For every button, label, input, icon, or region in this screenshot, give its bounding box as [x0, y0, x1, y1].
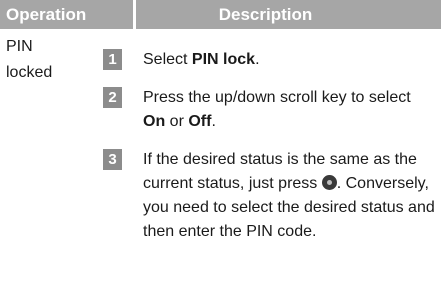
- operation-cell: PIN locked: [6, 34, 86, 86]
- step-text: Select PIN lock.: [143, 48, 435, 72]
- description-steps: 1 Select PIN lock. 2 Press the up/down s…: [103, 48, 437, 258]
- step-1: 1 Select PIN lock.: [103, 48, 437, 72]
- operation-label-line1: PIN: [6, 38, 33, 55]
- step-bold-term: Off: [188, 113, 212, 130]
- table-header-row: Operation Description: [0, 0, 441, 29]
- step-text-part: Press the up/down scroll key to select: [143, 89, 411, 106]
- ok-key-icon: [321, 175, 337, 190]
- step-bold-term: On: [143, 113, 166, 130]
- step-text-part: .: [255, 51, 260, 68]
- step-text: Press the up/down scroll key to select O…: [143, 86, 435, 134]
- step-3: 3 If the desired status is the same as t…: [103, 148, 437, 244]
- step-text: If the desired status is the same as the…: [143, 148, 435, 244]
- header-description: Description: [218, 5, 313, 24]
- step-number-badge: 1: [103, 49, 122, 70]
- step-bold-term: PIN lock: [191, 51, 256, 68]
- step-2: 2 Press the up/down scroll key to select…: [103, 86, 437, 134]
- operation-label-line2: locked: [6, 64, 53, 81]
- instruction-table: Operation Description PIN locked 1 Selec…: [0, 0, 441, 282]
- step-text-part: or: [165, 113, 189, 130]
- step-number-badge: 2: [103, 87, 122, 108]
- step-text-part: Select: [143, 51, 192, 68]
- step-number-badge: 3: [103, 149, 122, 170]
- header-divider: [133, 0, 136, 29]
- step-text-part: .: [211, 113, 216, 130]
